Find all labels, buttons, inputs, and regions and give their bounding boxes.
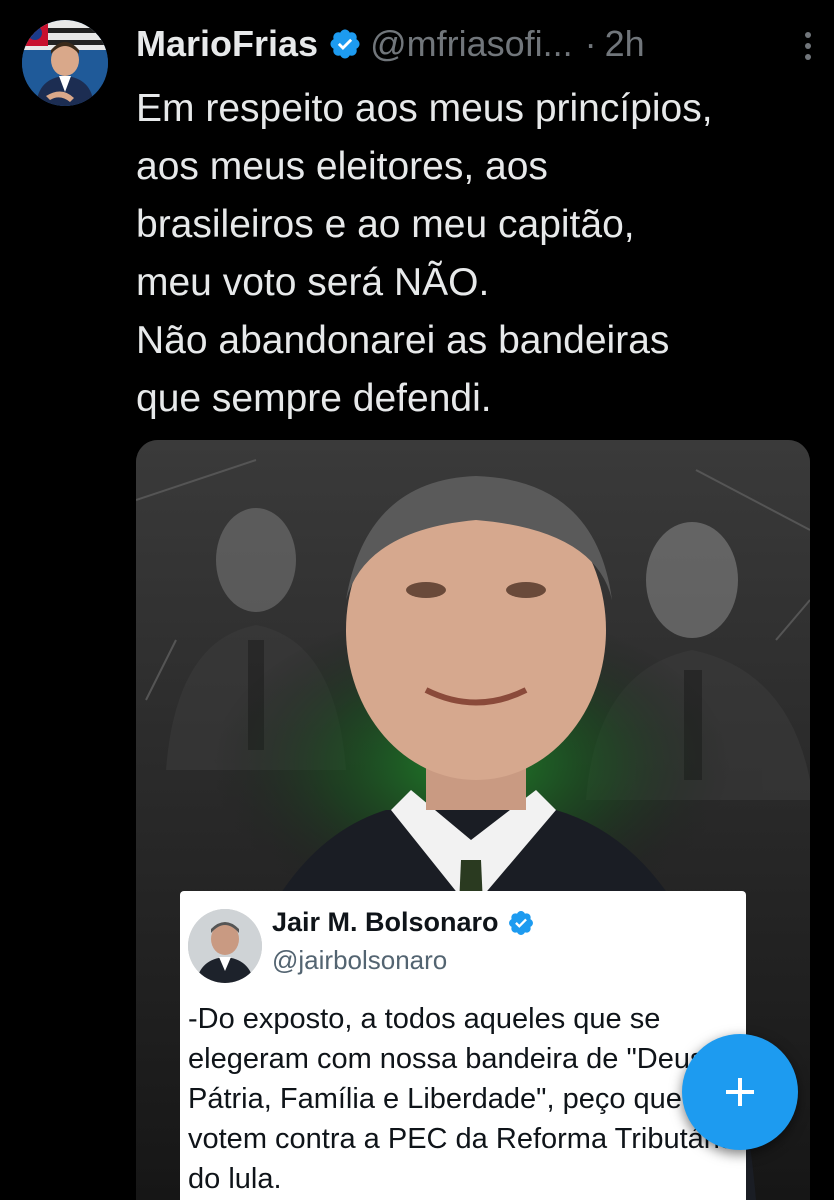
separator-dot: · bbox=[584, 23, 597, 64]
quoted-text-line: -Do exposto, a todos aqueles que se bbox=[188, 1003, 661, 1035]
quoted-author-name: Jair M. Bolsonaro bbox=[272, 907, 499, 937]
quoted-author-handle: @jairbolsonaro bbox=[272, 945, 448, 975]
tweet-text-line: brasileiros e ao meu capitão, bbox=[136, 203, 635, 246]
quoted-author-row: Jair M. Bolsonaro bbox=[272, 907, 535, 938]
author-avatar-image bbox=[22, 20, 108, 106]
tweet-text-line: Não abandonarei as bandeiras bbox=[136, 319, 670, 362]
author-avatar[interactable] bbox=[22, 20, 108, 106]
tweet-header: MarioFrias @mfriasofi... · 2h bbox=[136, 18, 812, 70]
tweet-text-line: Em respeito aos meus princípios, bbox=[136, 87, 713, 130]
verified-badge-icon bbox=[508, 910, 533, 935]
quoted-author-avatar bbox=[188, 909, 262, 983]
tweet-text-line: aos meus eleitores, aos bbox=[136, 145, 548, 188]
quoted-tweet-card[interactable]: Jair M. Bolsonaro @jairbolsonaro -Do exp… bbox=[180, 891, 746, 1200]
author-name[interactable]: MarioFrias bbox=[136, 23, 318, 65]
plus-icon bbox=[726, 1078, 754, 1106]
verified-badge-icon bbox=[330, 29, 360, 59]
tweet-text: Em respeito aos meus princípios, aos meu… bbox=[136, 80, 816, 428]
author-handle[interactable]: @mfriasofi... bbox=[370, 23, 573, 65]
tweet-text-line: que sempre defendi. bbox=[136, 377, 492, 420]
more-options-icon[interactable] bbox=[804, 32, 812, 62]
tweet-text-line: meu voto será NÃO. bbox=[136, 261, 490, 304]
quoted-text-line: do lula. bbox=[188, 1163, 282, 1195]
compose-button[interactable] bbox=[682, 1034, 798, 1150]
tweet-timestamp[interactable]: 2h bbox=[605, 23, 645, 65]
